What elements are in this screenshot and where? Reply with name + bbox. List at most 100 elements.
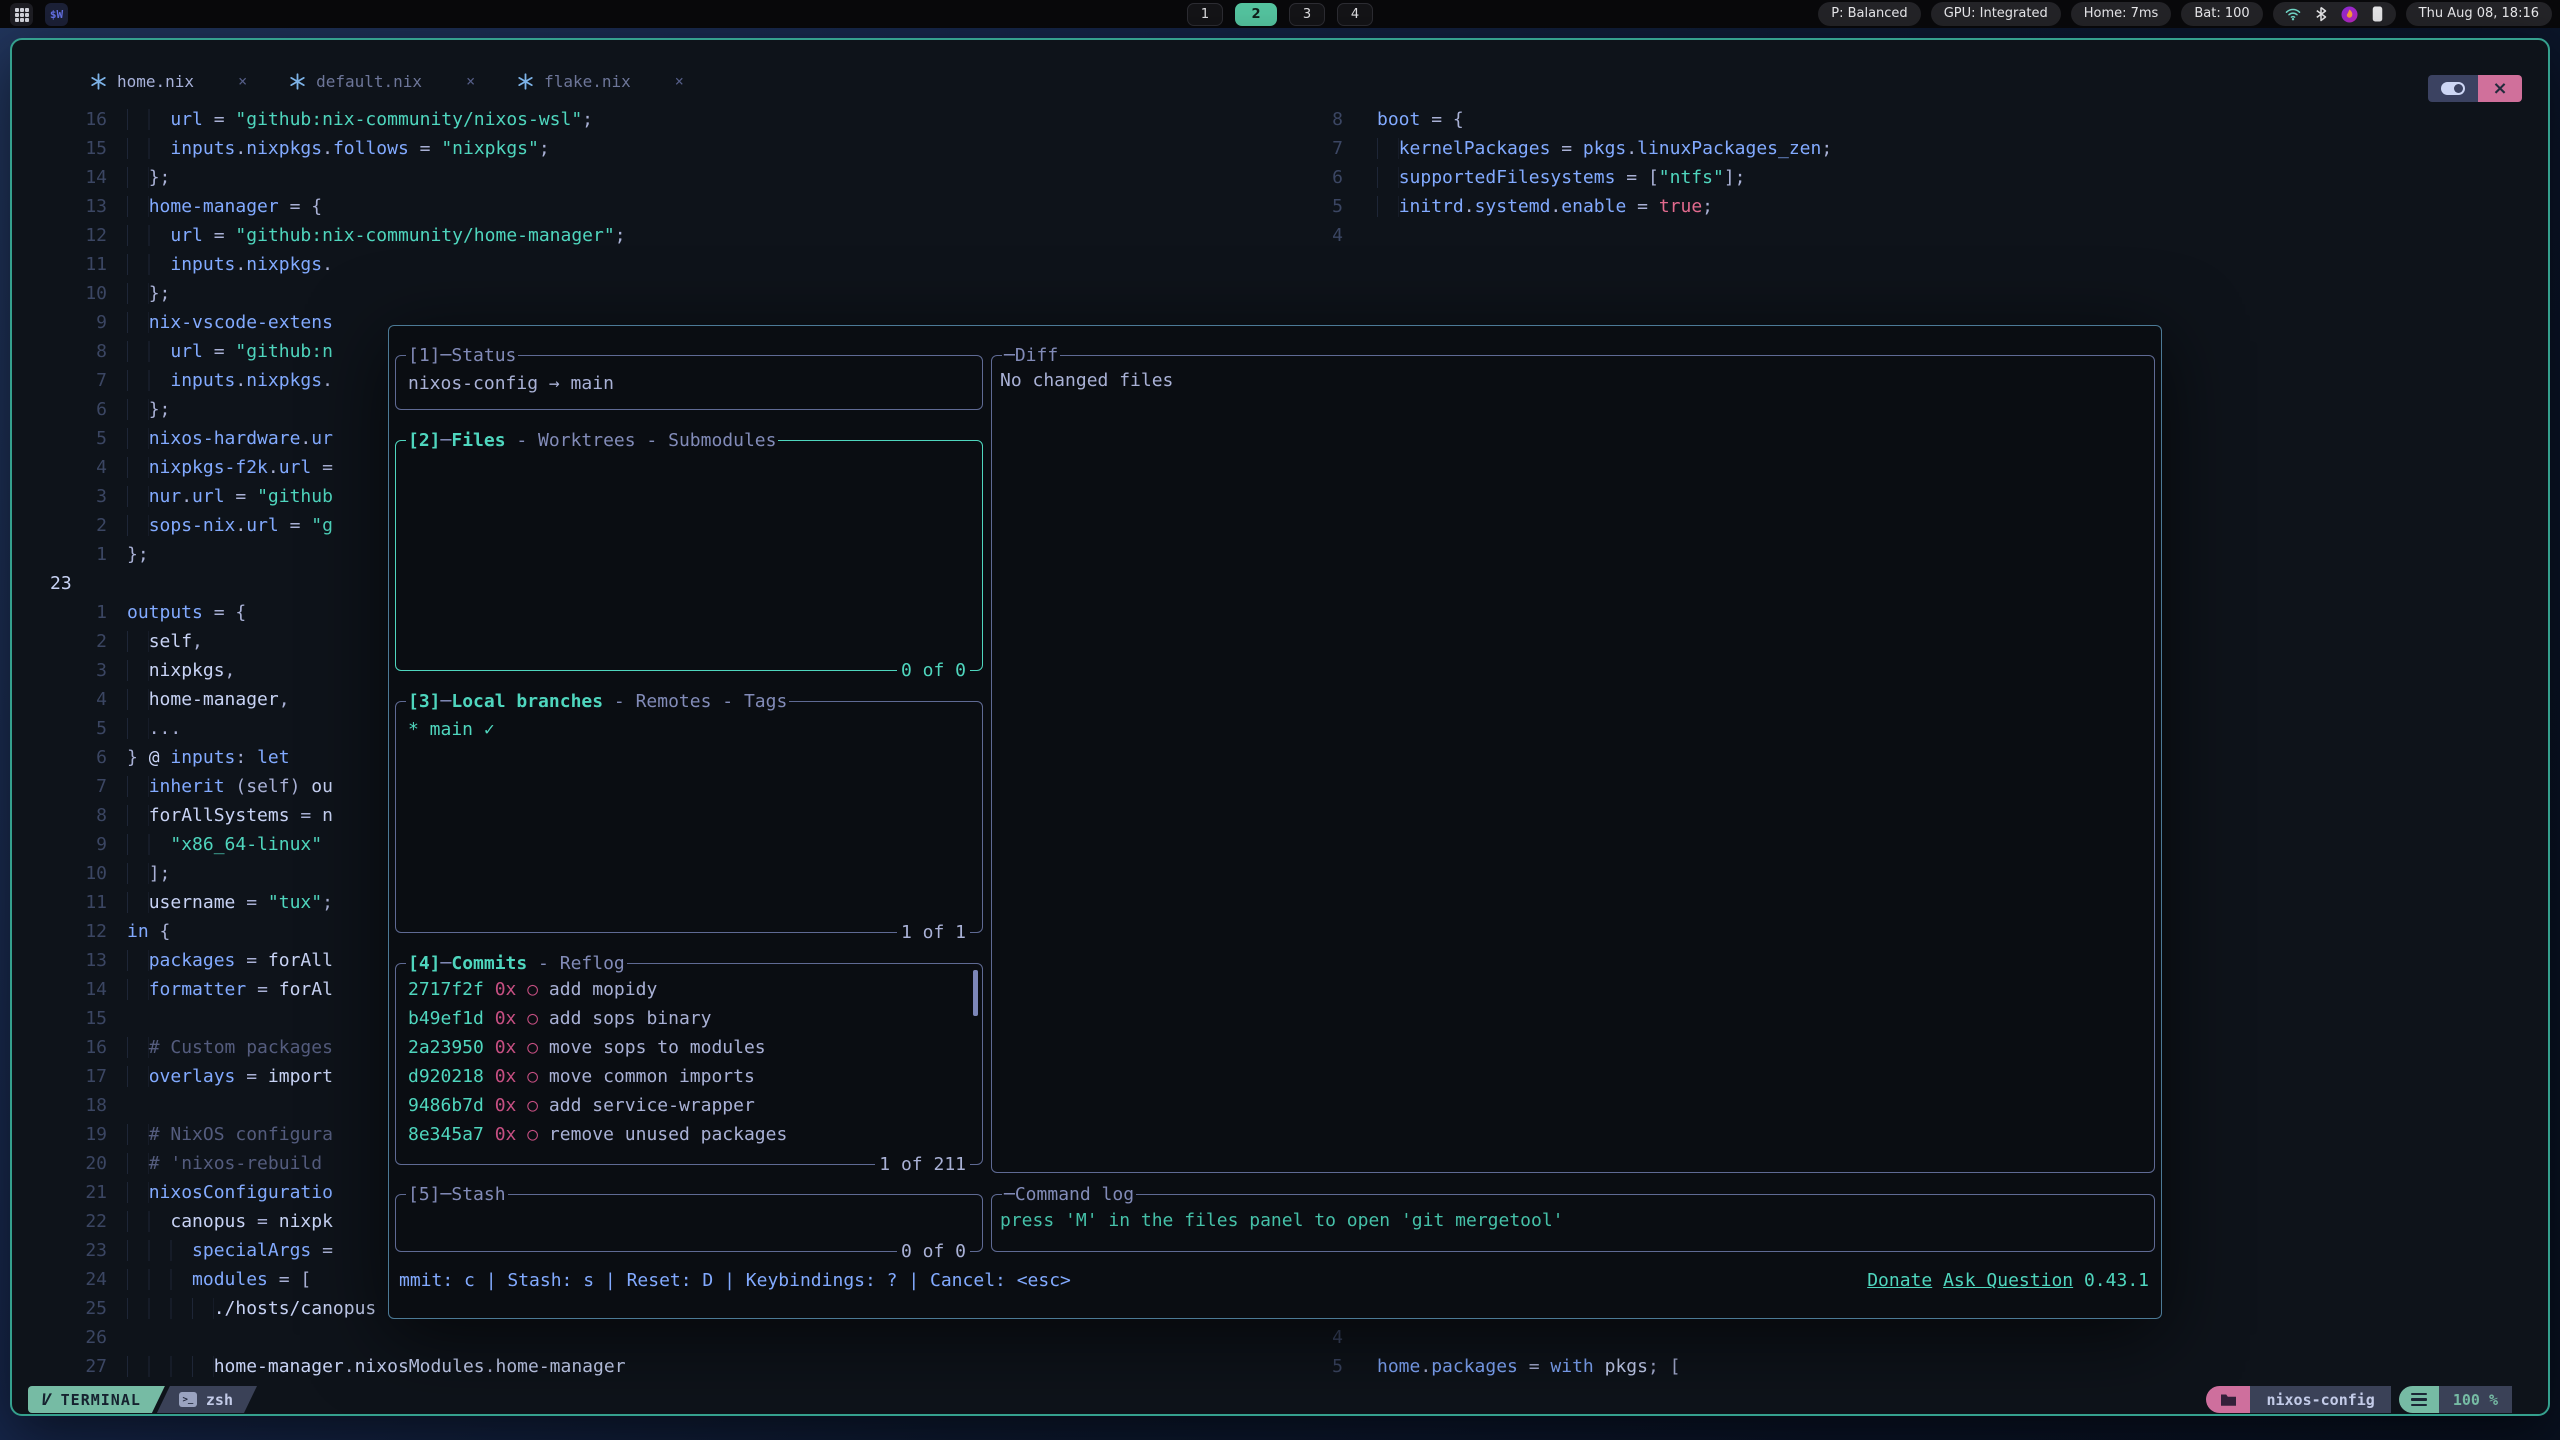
editor-line[interactable]: 4 [1304, 1323, 2548, 1352]
tab-close-icon[interactable]: × [238, 72, 247, 90]
workspace-button-3[interactable]: 3 [1289, 3, 1325, 26]
status-pill[interactable]: GPU: Integrated [1931, 2, 2061, 26]
tab-default.nix[interactable]: default.nix× [273, 65, 491, 97]
line-number: 10 [12, 279, 107, 308]
tab-close-icon[interactable]: × [466, 72, 475, 90]
tab-close-icon[interactable]: × [675, 72, 684, 90]
lazygit-stash-panel[interactable]: [5]─Stash 0 of 0 [395, 1194, 983, 1252]
donate-link[interactable]: Donate [1867, 1270, 1932, 1291]
scroll-indicator-icon-segment [2399, 1386, 2439, 1413]
panel-title-tabs: - Reflog [527, 953, 625, 974]
panel-number: [3] [408, 691, 441, 712]
clock[interactable]: Thu Aug 08, 18:16 [2406, 2, 2552, 26]
editor-line[interactable]: 27 home-manager.nixosModules.home-manage… [12, 1352, 1304, 1381]
line-number: 15 [12, 134, 107, 163]
commit-message: remove unused packages [549, 1124, 787, 1145]
code-text: specialArgs = [107, 1236, 333, 1265]
tab-home.nix[interactable]: home.nix× [74, 65, 263, 97]
status-pill[interactable]: P: Balanced [1818, 2, 1920, 26]
workspace-button-1[interactable]: 1 [1187, 3, 1223, 26]
bluetooth-icon[interactable] [2314, 6, 2328, 22]
repo-label: nixos-config [2266, 1391, 2374, 1409]
branch-row[interactable]: * main ✓ [408, 719, 495, 740]
commit-row[interactable]: 9486b7d 0x ○ add service-wrapper [408, 1091, 982, 1120]
commit-hash: 8e345a7 [408, 1124, 484, 1145]
editor-line[interactable]: 7 kernelPackages = pkgs.linuxPackages_ze… [1304, 134, 2548, 163]
commit-message: add service-wrapper [549, 1095, 755, 1116]
statusline-mode-segment: V TERMINAL [28, 1386, 165, 1413]
code-text: packages = forAll [107, 946, 333, 975]
line-number: 8 [1304, 105, 1343, 134]
commit-message: add mopidy [549, 979, 657, 1000]
lazygit-commits-panel[interactable]: [4]─Commits - Reflog 2717f2f 0x ○ add mo… [395, 963, 983, 1165]
code-text: }; [107, 279, 170, 308]
phone-icon[interactable] [2371, 6, 2384, 22]
code-text: self, [107, 627, 203, 656]
line-number: 6 [12, 395, 107, 424]
app-launcher-button[interactable] [10, 3, 33, 26]
editor-line[interactable]: 12 url = "github:nix-community/home-mana… [12, 221, 1304, 250]
panel-title-separator: ─ [1004, 345, 1015, 366]
editor-line[interactable]: 5 initrd.systemd.enable = true; [1304, 192, 2548, 221]
code-text: supportedFilesystems = ["ntfs"]; [1343, 163, 1746, 192]
commit-row[interactable]: d920218 0x ○ move common imports [408, 1062, 982, 1091]
editor-line[interactable]: 4 [1304, 221, 2548, 250]
editor-line[interactable]: 11 inputs.nixpkgs. [12, 250, 1304, 279]
lazygit-files-panel[interactable]: [2]─Files - Worktrees - Submodules 0 of … [395, 440, 983, 671]
line-number: 19 [12, 1120, 107, 1149]
lazygit-diff-panel[interactable]: ─Diff No changed files [991, 355, 2155, 1173]
lazygit-branches-panel[interactable]: [3]─Local branches - Remotes - Tags * ma… [395, 701, 983, 933]
code-text [107, 1091, 127, 1120]
ask-question-link[interactable]: Ask Question [1943, 1270, 2073, 1291]
editor-line[interactable]: 6 supportedFilesystems = ["ntfs"]; [1304, 163, 2548, 192]
code-text: url = "github:nix-community/home-manager… [107, 221, 626, 250]
commit-row[interactable]: 8e345a7 0x ○ remove unused packages [408, 1120, 982, 1149]
commit-row[interactable]: 2717f2f 0x ○ add mopidy [408, 975, 982, 1004]
editor-line[interactable]: 13 home-manager = { [12, 192, 1304, 221]
scrollbar-thumb[interactable] [973, 970, 978, 1016]
line-number: 7 [12, 366, 107, 395]
close-button[interactable]: × [2478, 75, 2522, 102]
code-text: home.packages = with pkgs; [ [1343, 1352, 1681, 1381]
panel-title-tabs: - Remotes - Tags [603, 691, 787, 712]
logo-badge[interactable]: $W [45, 3, 68, 26]
lazygit-status-panel[interactable]: [1]─Status nixos-config → main [395, 355, 983, 410]
editor-line[interactable]: 26 [12, 1323, 1304, 1352]
scroll-percent-label: 100 % [2453, 1391, 2498, 1409]
tab-label: flake.nix [544, 72, 631, 91]
line-number: 7 [1304, 134, 1343, 163]
topbar-left: $W [10, 3, 68, 26]
panel-title: Command log [1015, 1184, 1134, 1205]
editor-line[interactable]: 15 inputs.nixpkgs.follows = "nixpkgs"; [12, 134, 1304, 163]
editor-line[interactable]: 16 url = "github:nix-community/nixos-wsl… [12, 105, 1304, 134]
panel-title: Status [451, 345, 516, 366]
editor-line[interactable]: 5home.packages = with pkgs; [ [1304, 1352, 2548, 1381]
editor-line[interactable]: 8boot = { [1304, 105, 2548, 134]
line-number: 8 [12, 337, 107, 366]
commit-row[interactable]: 2a23950 0x ○ move sops to modules [408, 1033, 982, 1062]
wifi-icon[interactable] [2285, 6, 2301, 22]
code-text [107, 569, 127, 598]
code-text: username = "tux"; [107, 888, 333, 917]
editor-line[interactable]: 10 }; [12, 279, 1304, 308]
workspace-button-2[interactable]: 2 [1235, 3, 1277, 26]
tab-flake.nix[interactable]: flake.nix × [501, 65, 700, 97]
line-number: 20 [12, 1149, 107, 1178]
commit-author: 0x [484, 1037, 527, 1058]
commit-graph-node-icon: ○ [527, 1066, 549, 1087]
lazygit-command-log-panel[interactable]: ─Command log press 'M' in the files pane… [991, 1194, 2155, 1252]
status-pill[interactable]: Home: 7ms [2071, 2, 2172, 26]
code-text: nixosConfiguratio [107, 1178, 333, 1207]
status-pill[interactable]: Bat: 100 [2181, 2, 2262, 26]
panel-count: 1 of 1 [897, 919, 970, 946]
workspace-button-4[interactable]: 4 [1337, 3, 1373, 26]
scroll-percent-segment: 100 % [2439, 1386, 2512, 1413]
toggle-button[interactable] [2428, 75, 2478, 102]
code-text: ./hosts/canopus [107, 1294, 376, 1323]
code-text [1343, 1323, 1377, 1352]
editor-line[interactable]: 14 }; [12, 163, 1304, 192]
commit-row[interactable]: b49ef1d 0x ○ add sops binary [408, 1004, 982, 1033]
status-branch-text: nixos-config → main [408, 373, 614, 394]
media-icon[interactable] [2341, 6, 2358, 23]
shell-label: zsh [206, 1391, 233, 1409]
